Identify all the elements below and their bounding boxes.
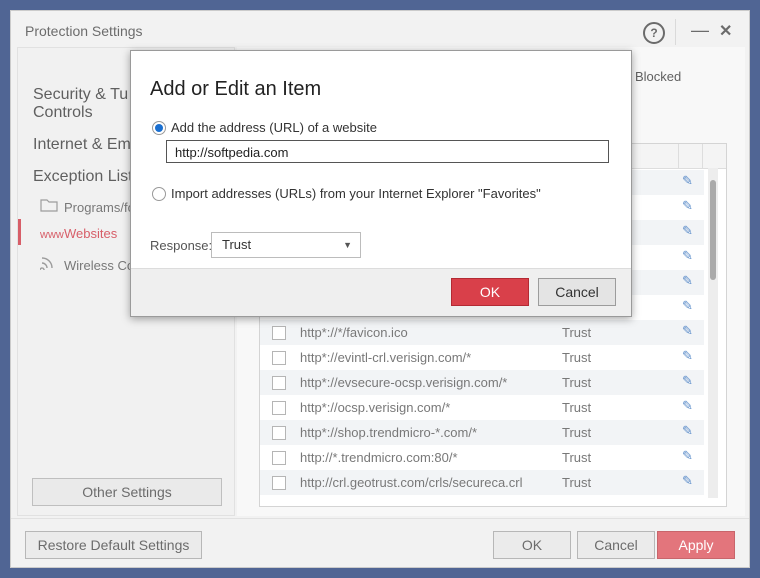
response-select[interactable]: Trust ▼ <box>211 232 361 258</box>
url-option-label[interactable]: Add the address (URL) of a website <box>171 120 377 135</box>
dialog-ok-button[interactable]: OK <box>451 278 529 306</box>
url-option-radio[interactable] <box>152 121 166 135</box>
dialog-title: Add or Edit an Item <box>150 78 322 100</box>
dialog-footer: OK Cancel <box>131 268 631 316</box>
url-input[interactable]: http://softpedia.com <box>166 140 609 163</box>
dialog-cancel-button[interactable]: Cancel <box>538 278 616 306</box>
add-edit-item-dialog: Add or Edit an Item Add the address (URL… <box>130 50 632 317</box>
import-option-radio[interactable] <box>152 187 166 201</box>
response-value: Trust <box>222 237 252 252</box>
chevron-down-icon: ▼ <box>343 240 352 250</box>
import-option-label[interactable]: Import addresses (URLs) from your Intern… <box>171 186 541 201</box>
response-label: Response: <box>150 238 213 253</box>
